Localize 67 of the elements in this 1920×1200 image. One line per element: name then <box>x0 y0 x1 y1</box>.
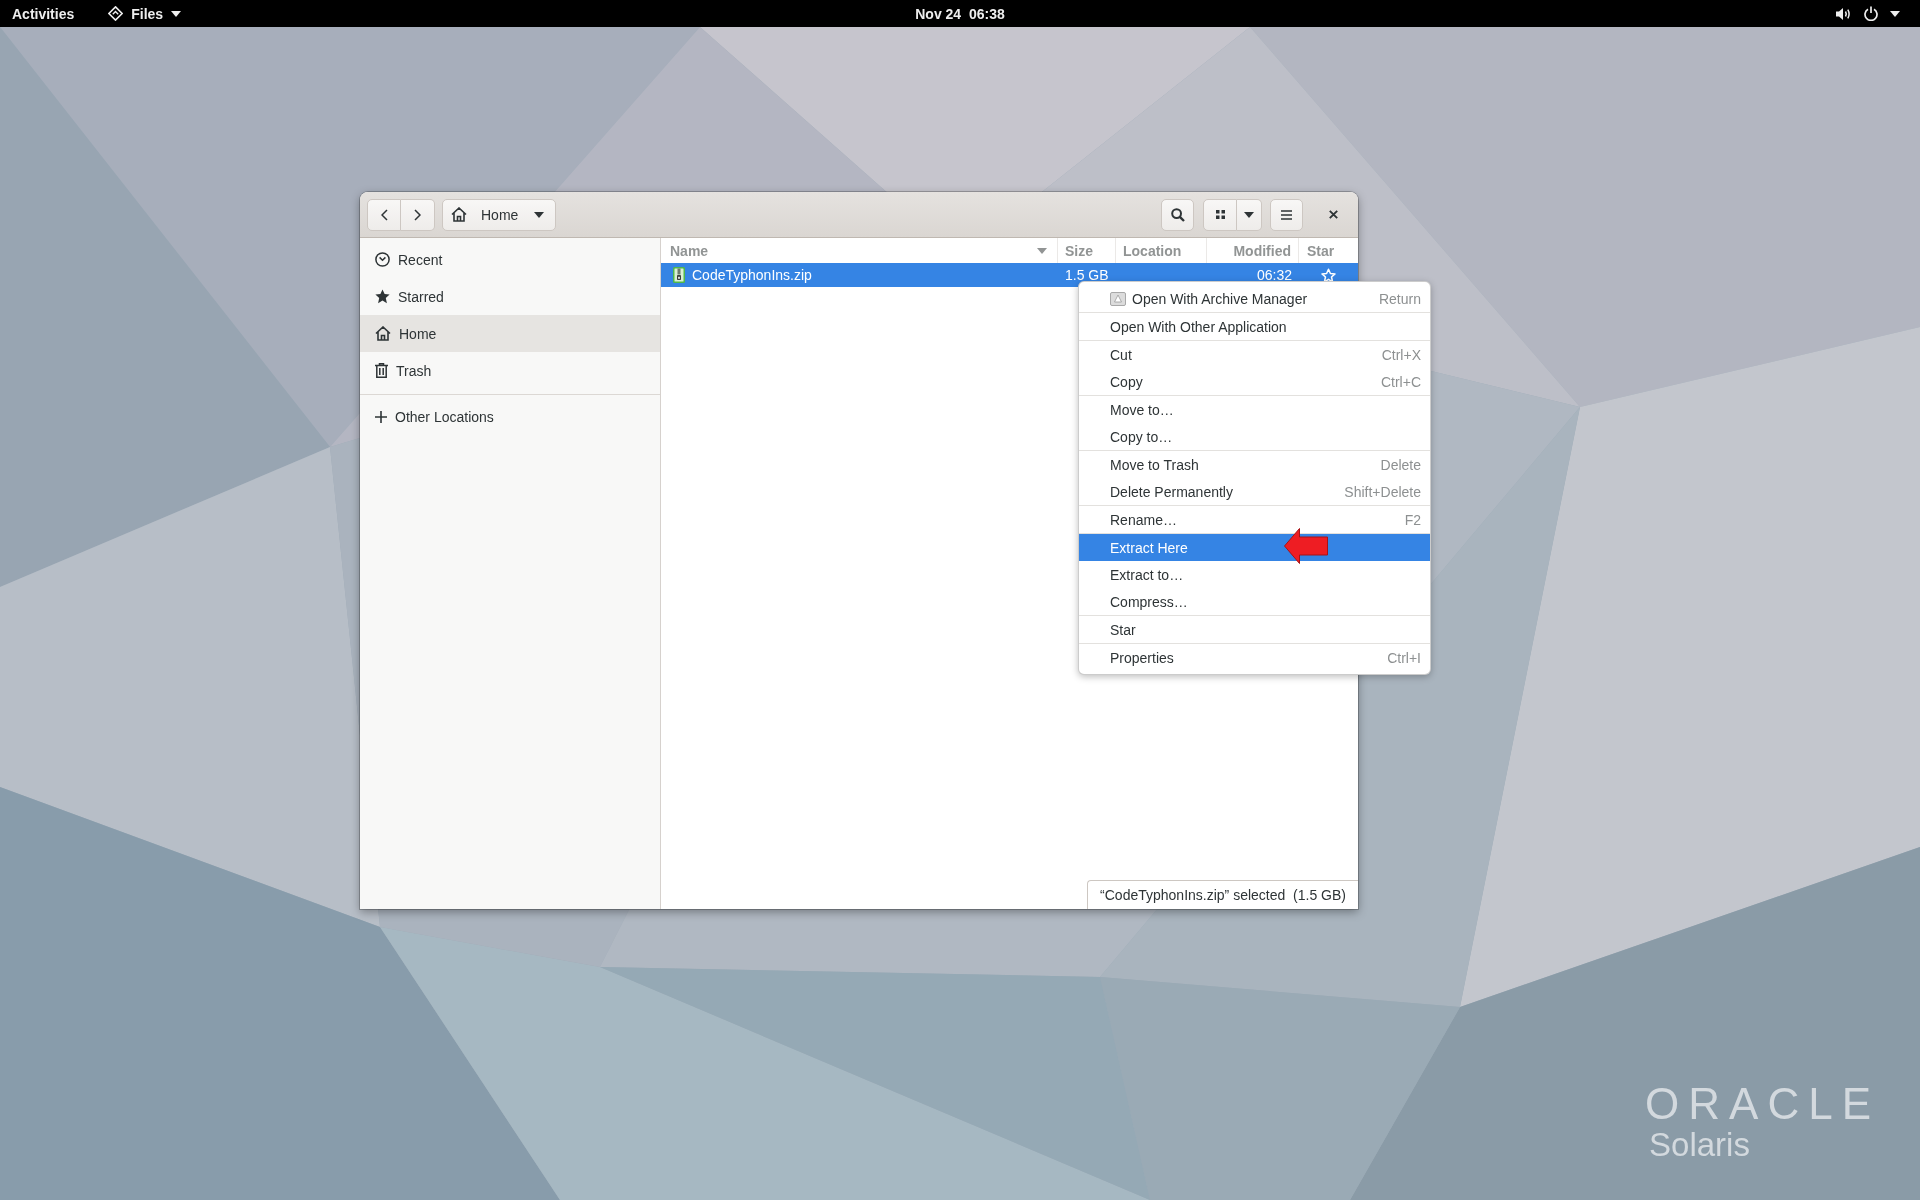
menu-item[interactable]: Copy to… <box>1079 423 1430 450</box>
menu-item[interactable]: Open With Other Application <box>1079 313 1430 340</box>
archive-icon <box>1110 291 1126 306</box>
forward-button[interactable] <box>401 198 435 231</box>
close-icon <box>1328 210 1338 219</box>
keyboard-shortcut: Ctrl+X <box>1381 346 1421 363</box>
keyboard-shortcut: Shift+Delete <box>1344 483 1421 500</box>
search-icon <box>1170 207 1185 222</box>
keyboard-shortcut: Delete <box>1380 456 1421 473</box>
power-icon <box>1864 6 1878 21</box>
file-size: 1.5 GB <box>1065 267 1109 283</box>
menu-item[interactable]: Cut Ctrl+X <box>1079 341 1430 368</box>
sidebar-item[interactable]: Home <box>360 315 660 352</box>
sidebar-item[interactable]: Starred <box>360 278 660 315</box>
clock-button[interactable]: Nov 24 06:38 <box>903 0 1017 27</box>
zip-file-icon <box>673 267 685 283</box>
sidebar-item[interactable]: Trash <box>360 352 660 389</box>
app-menu-button[interactable]: Files <box>96 0 194 27</box>
home-icon <box>451 207 467 222</box>
caret-icon <box>534 211 544 218</box>
keyboard-shortcut: F2 <box>1404 511 1421 528</box>
sidebar-item[interactable]: Other Locations <box>360 398 660 435</box>
modified-time: 06:32 <box>1256 267 1292 283</box>
annotation-arrow-icon <box>1284 528 1328 564</box>
menu-item[interactable]: Rename… F2 <box>1079 506 1430 533</box>
clock-icon <box>375 252 390 267</box>
menu-item[interactable]: Properties Ctrl+I <box>1079 644 1430 671</box>
menu-item[interactable]: Open With Archive Manager Return <box>1079 285 1430 312</box>
trash-icon <box>375 363 388 378</box>
menu-item[interactable]: Move to… <box>1079 396 1430 423</box>
volume-icon <box>1836 6 1852 21</box>
menu-item[interactable]: Extract Here <box>1079 534 1430 561</box>
keyboard-shortcut: Ctrl+I <box>1387 649 1421 666</box>
keyboard-shortcut: Return <box>1378 290 1421 307</box>
star-icon <box>375 289 390 304</box>
menu-item[interactable]: Move to Trash Delete <box>1079 451 1430 478</box>
plus-icon <box>375 410 387 423</box>
view-grid-button[interactable] <box>1203 198 1237 231</box>
home-icon <box>375 326 391 341</box>
grid-icon <box>1215 210 1225 219</box>
location-button[interactable]: Home <box>442 198 556 231</box>
menu-icon <box>1281 209 1292 220</box>
menu-item[interactable]: Delete Permanently Shift+Delete <box>1079 478 1430 505</box>
menu-item[interactable]: Extract to… <box>1079 561 1430 588</box>
file-name: CodeTyphonIns.zip <box>692 267 812 283</box>
status-label: “CodeTyphonIns.zip” selected (1.5 GB) <box>1087 880 1358 909</box>
menu-item[interactable]: Star <box>1079 616 1430 643</box>
menu-button[interactable] <box>1270 198 1303 231</box>
app-icon <box>108 6 124 21</box>
star-icon[interactable] <box>1321 267 1336 283</box>
search-button[interactable] <box>1161 198 1194 231</box>
sort-caret-icon <box>1037 247 1047 254</box>
file-row[interactable]: CodeTyphonIns.zip 1.5 GB 06:32 <box>661 263 1358 287</box>
caret-icon <box>1890 10 1900 17</box>
activities-button[interactable]: Activities <box>0 0 87 27</box>
caret-icon <box>171 10 182 17</box>
sidebar-item[interactable]: Recent <box>360 241 660 278</box>
logo-wordmark: ORACLE <box>1645 1082 1880 1126</box>
view-options-button[interactable] <box>1237 198 1262 231</box>
chevron-right-icon <box>414 208 421 221</box>
menu-item[interactable]: Compress… <box>1079 588 1430 615</box>
menu-item[interactable]: Copy Ctrl+C <box>1079 368 1430 395</box>
back-button[interactable] <box>367 198 401 231</box>
keyboard-shortcut: Ctrl+C <box>1380 373 1421 390</box>
chevron-left-icon <box>380 208 388 221</box>
product-name: Solaris <box>1649 1126 1750 1164</box>
caret-icon <box>1244 211 1254 218</box>
